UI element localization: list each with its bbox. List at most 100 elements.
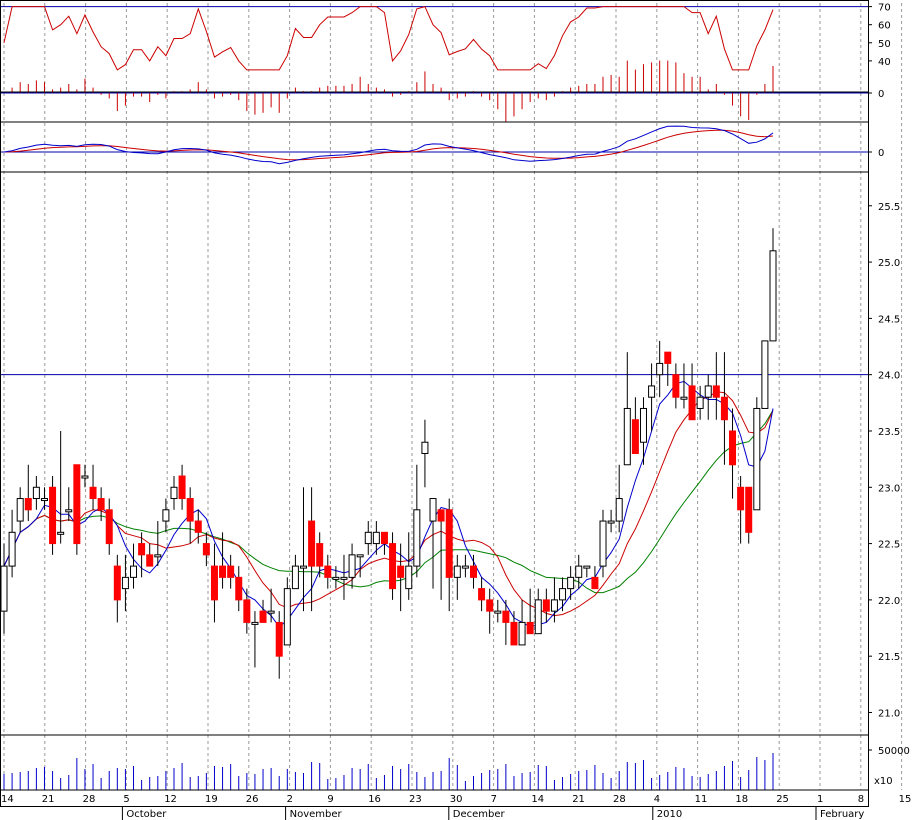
day-label: 26 <box>246 794 259 805</box>
macd-tick-label: 0 <box>878 148 884 159</box>
candle <box>40 498 48 502</box>
candle <box>89 486 97 500</box>
candle <box>389 543 397 590</box>
candle <box>583 565 591 569</box>
candle <box>194 520 202 533</box>
candle <box>186 498 194 522</box>
candle <box>332 576 340 580</box>
candle <box>437 509 445 522</box>
macd-signal-line <box>3 129 774 161</box>
candle <box>364 531 372 545</box>
candle <box>259 610 267 623</box>
candle <box>672 374 680 398</box>
day-label: 11 <box>695 794 708 805</box>
candle <box>178 475 186 500</box>
price-tick-label: 24.0 <box>878 371 900 382</box>
candle <box>32 486 40 500</box>
candle <box>623 407 631 466</box>
candle <box>113 565 121 601</box>
price-panel <box>0 228 868 679</box>
candle <box>251 621 259 625</box>
candle <box>283 588 291 646</box>
rsi-tick-label: 50 <box>878 39 891 50</box>
candle <box>162 509 170 522</box>
candle <box>356 554 364 558</box>
candle <box>308 520 316 567</box>
candle <box>445 509 453 578</box>
candle <box>429 498 437 522</box>
month-label: November <box>290 809 343 820</box>
candle <box>170 486 178 500</box>
ma-slow-line <box>3 409 774 594</box>
candle <box>0 565 8 612</box>
candle <box>453 565 461 578</box>
chart-frame <box>0 0 869 807</box>
day-label: 14 <box>531 794 544 805</box>
price-tick-label: 24.5 <box>878 314 900 325</box>
candle <box>380 531 388 545</box>
macd-line <box>3 125 774 165</box>
candle <box>413 509 421 567</box>
price-tick-label: 23.5 <box>878 427 900 438</box>
candle <box>57 531 65 535</box>
month-label: 2010 <box>657 809 682 820</box>
day-label: 28 <box>613 794 626 805</box>
candle <box>154 554 162 558</box>
candle <box>49 486 57 545</box>
volume-tick-label: 50000 <box>878 746 910 757</box>
candle <box>648 385 656 398</box>
candle <box>300 565 308 569</box>
candle <box>599 520 607 567</box>
candle <box>656 362 664 376</box>
day-label: 25 <box>776 794 789 805</box>
rsi-tick-label: 60 <box>878 21 891 32</box>
volume-multiplier-label: x10 <box>874 776 893 787</box>
candle <box>688 385 696 421</box>
candle <box>227 565 235 578</box>
candle <box>121 576 129 590</box>
candle <box>664 351 672 364</box>
candle <box>526 621 534 635</box>
price-tick-label: 25.0 <box>878 258 900 269</box>
day-label: 21 <box>42 794 55 805</box>
stock-chart: 706050400025.525.024.524.023.523.022.522… <box>0 0 912 820</box>
candle <box>639 407 647 443</box>
volume-panel <box>3 753 774 790</box>
candle <box>397 565 405 578</box>
day-label: 12 <box>164 794 177 805</box>
candle <box>753 407 761 511</box>
candle <box>615 498 623 522</box>
candle <box>631 419 639 454</box>
candle <box>291 565 299 590</box>
candle <box>607 520 615 524</box>
candle <box>534 599 542 635</box>
candle <box>146 554 154 567</box>
rsi-tick-label: 70 <box>878 3 891 14</box>
month-label: December <box>453 809 506 820</box>
candle <box>405 565 413 590</box>
candle <box>518 621 526 646</box>
candle <box>745 486 753 533</box>
candle <box>210 565 218 601</box>
day-label: 28 <box>83 794 96 805</box>
macd-panel <box>0 125 868 165</box>
day-label: 18 <box>735 794 748 805</box>
candle <box>24 498 32 511</box>
candle <box>712 385 720 398</box>
candle <box>737 486 745 511</box>
candle <box>720 396 728 421</box>
candle <box>575 565 583 578</box>
candle <box>680 396 688 400</box>
candle <box>769 250 777 342</box>
day-label: 5 <box>123 794 129 805</box>
day-label: 21 <box>572 794 585 805</box>
candle <box>494 610 502 614</box>
day-label: 8 <box>858 794 864 805</box>
day-label: 19 <box>205 794 218 805</box>
day-label: 2 <box>287 794 293 805</box>
candle <box>591 576 599 590</box>
day-label: 4 <box>654 794 660 805</box>
day-label: 15 <box>899 794 912 805</box>
month-label: February <box>820 809 864 820</box>
candle <box>761 340 769 409</box>
